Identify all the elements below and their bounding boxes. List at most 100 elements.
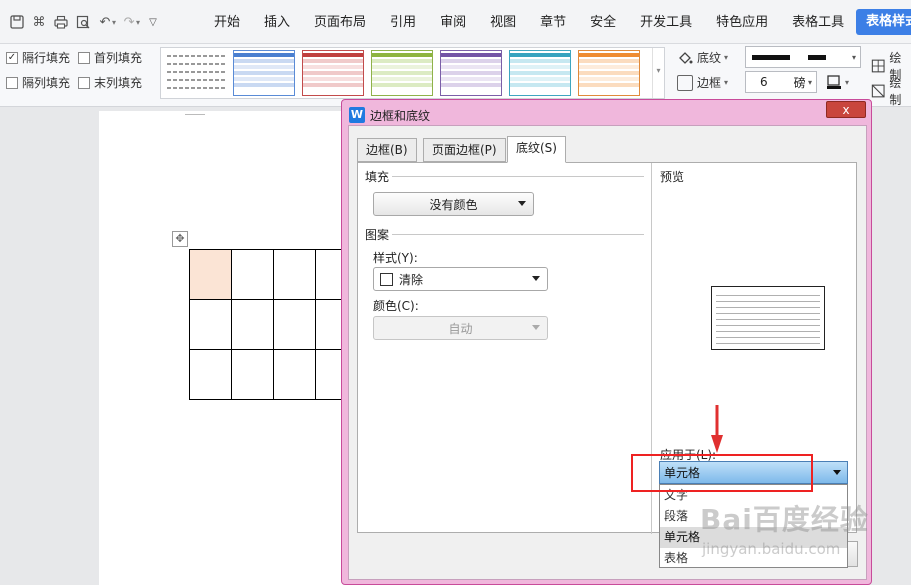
table-cell[interactable] [231, 349, 274, 400]
fill-color-dropdown-icon [518, 201, 526, 206]
table-cell[interactable] [273, 249, 316, 300]
pattern-group-label: 图案 [365, 228, 390, 242]
ok-button-edge[interactable] [848, 541, 858, 567]
quick-access-toolbar: ⌘ ↶ ▾ ↷ ▾ ▽ [6, 10, 164, 34]
table-style-gallery: ▾ [160, 47, 665, 99]
style-label: 样式(Y): [373, 251, 418, 265]
save-icon[interactable] [6, 11, 28, 33]
checkbox-first-column[interactable]: 首列填充 [78, 49, 142, 66]
table-cell[interactable] [189, 349, 232, 400]
checkbox-banded-rows-box[interactable]: ✓ [6, 51, 18, 64]
tab-table-style[interactable]: 表格样式 [856, 9, 911, 35]
ribbon: ✓ 隔行填充 首列填充 隔列填充 末列填充 ▾ 底纹 ▾ 边框 ▾ ▾ 6 磅 … [0, 44, 911, 107]
checkbox-first-column-label: 首列填充 [94, 51, 143, 65]
tab-borders[interactable]: 边框(B) [357, 138, 417, 162]
tab-page-border[interactable]: 页面边框(P) [423, 138, 506, 162]
color-label: 颜色(C): [373, 299, 419, 313]
tab-references[interactable]: 引用 [378, 0, 428, 44]
tab-page-layout[interactable]: 页面布局 [302, 0, 378, 44]
table-style-plain[interactable] [165, 50, 227, 96]
fill-group-label: 填充 [365, 170, 390, 184]
tab-shading[interactable]: 底纹(S) [507, 136, 566, 163]
panel-divider [651, 163, 652, 534]
dialog-close-button[interactable]: x [826, 101, 866, 118]
checkbox-banded-columns-box[interactable] [6, 76, 18, 89]
border-button[interactable]: 边框 ▾ [677, 74, 728, 91]
apply-to-value: 单元格 [664, 466, 701, 480]
checkbox-banded-rows[interactable]: ✓ 隔行填充 [6, 49, 70, 66]
checkbox-last-column-label: 末列填充 [94, 76, 143, 90]
tab-table-tools[interactable]: 表格工具 [780, 0, 856, 44]
line-color-icon [827, 75, 841, 89]
border-dropdown-icon[interactable]: ▾ [724, 78, 728, 87]
table-cell[interactable] [231, 249, 274, 300]
apply-option-paragraph[interactable]: 段落 [660, 506, 847, 527]
apply-option-cell[interactable]: 单元格 [660, 527, 847, 548]
line-color-dropdown-icon[interactable]: ▾ [845, 78, 849, 87]
tab-developer[interactable]: 开发工具 [628, 0, 704, 44]
checkbox-last-column[interactable]: 末列填充 [78, 74, 142, 91]
tab-special[interactable]: 特色应用 [704, 0, 780, 44]
preview-box [711, 286, 825, 350]
tab-section[interactable]: 章节 [528, 0, 578, 44]
apply-option-table[interactable]: 表格 [660, 548, 847, 569]
eraser-button[interactable]: 绘制 [871, 74, 911, 108]
line-style-short-sample [808, 54, 826, 60]
eraser-label: 绘制 [889, 76, 902, 107]
shading-label: 底纹 [697, 51, 722, 65]
fill-color-dropdown[interactable]: 没有颜色 [373, 192, 534, 216]
tab-security[interactable]: 安全 [578, 0, 628, 44]
apply-option-text[interactable]: 文字 [660, 485, 847, 506]
table-style-green[interactable] [371, 50, 433, 96]
border-icon [677, 74, 693, 91]
tab-review[interactable]: 审阅 [428, 0, 478, 44]
pattern-color-dropdown[interactable]: 自动 [373, 316, 548, 340]
apply-to-options-list: 文字 段落 单元格 表格 [659, 484, 848, 568]
table-style-cyan[interactable] [509, 50, 571, 96]
table-cell[interactable] [273, 299, 316, 350]
line-style-dropdown-icon[interactable]: ▾ [852, 53, 856, 62]
tab-view[interactable]: 视图 [478, 0, 528, 44]
line-color-button[interactable]: ▾ [826, 74, 849, 90]
table-cell[interactable] [189, 299, 232, 350]
line-size-dropdown-icon[interactable]: ▾ [808, 78, 812, 87]
table-style-orange[interactable] [578, 50, 640, 96]
table-cell[interactable] [273, 349, 316, 400]
format-painter-icon[interactable]: ⌘ [28, 11, 50, 33]
preview-label: 预览 [660, 170, 685, 184]
line-style-thick-sample [752, 54, 790, 60]
apply-to-dropdown-icon [833, 470, 841, 475]
undo-dropdown-icon[interactable]: ▾ [112, 18, 116, 27]
checkbox-banded-columns[interactable]: 隔列填充 [6, 74, 70, 91]
paint-bucket-icon [679, 51, 693, 64]
shading-dropdown-icon[interactable]: ▾ [724, 53, 728, 62]
checkbox-first-column-box[interactable] [78, 51, 90, 64]
table-style-red[interactable] [302, 50, 364, 96]
checkbox-last-column-box[interactable] [78, 76, 90, 89]
gallery-scroll-icon[interactable]: ▾ [652, 48, 664, 98]
table-move-handle-icon[interactable]: ✥ [172, 231, 188, 247]
eraser-icon [871, 84, 885, 98]
redo-dropdown-icon[interactable]: ▾ [136, 18, 140, 27]
line-size-value: 6 [760, 75, 768, 89]
print-preview-icon[interactable] [72, 11, 94, 33]
line-style-select[interactable]: ▾ [745, 46, 861, 68]
customize-toolbar-icon[interactable]: ▽ [142, 11, 164, 33]
table-cell-selected[interactable] [189, 249, 232, 300]
print-icon[interactable] [50, 11, 72, 33]
checkbox-banded-rows-label: 隔行填充 [22, 51, 71, 65]
apply-to-dropdown[interactable]: 单元格 [659, 461, 848, 484]
ribbon-tabs: 开始 插入 页面布局 引用 审阅 视图 章节 安全 开发工具 特色应用 表格工具… [202, 0, 911, 44]
table-style-blue[interactable] [233, 50, 295, 96]
wps-writer-icon: W [349, 107, 365, 123]
dialog-titlebar[interactable]: W 边框和底纹 [349, 106, 430, 124]
tab-home[interactable]: 开始 [202, 0, 252, 44]
table-cell[interactable] [231, 299, 274, 350]
pattern-swatch [380, 272, 393, 286]
line-size-select[interactable]: 6 磅 ▾ [745, 71, 817, 93]
pattern-style-value: 清除 [399, 272, 424, 287]
tab-insert[interactable]: 插入 [252, 0, 302, 44]
shading-button[interactable]: 底纹 ▾ [677, 49, 728, 66]
table-style-purple[interactable] [440, 50, 502, 96]
pattern-style-dropdown[interactable]: 清除 [373, 267, 548, 291]
